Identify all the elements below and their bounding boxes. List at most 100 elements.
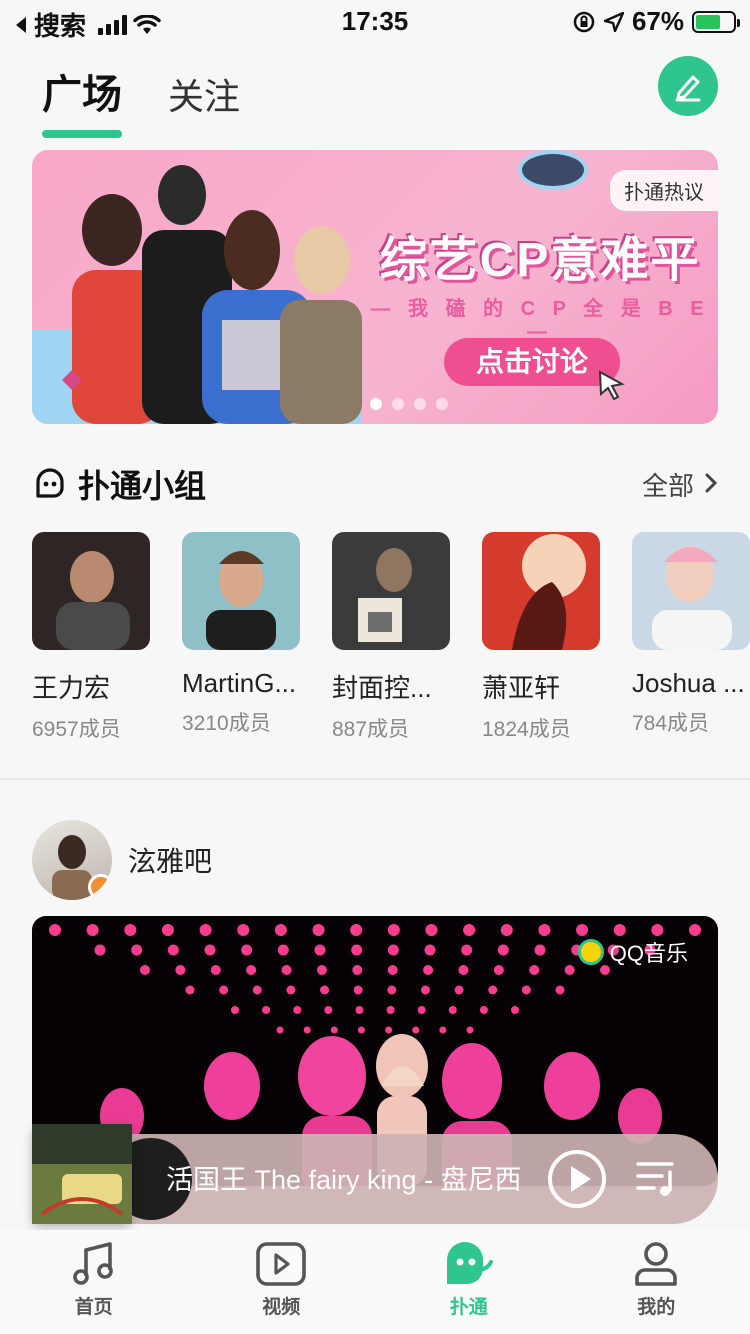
see-all-link[interactable]: 全部 (642, 466, 694, 503)
section-title: 扑通小组 (78, 468, 207, 504)
light-bulb (350, 924, 363, 936)
promo-banner[interactable]: 扑通热议 综艺CP意难平 — 我 磕 的 C P 全 是 B E — 点击讨论 (32, 150, 718, 424)
pen-icon (675, 75, 701, 102)
vinyl-decoration (518, 150, 588, 190)
chevron-right-icon[interactable] (704, 470, 718, 496)
group-member-count: 1824成员 (482, 718, 571, 741)
compose-button[interactable] (658, 56, 718, 116)
banner-celebrities-illustration (62, 165, 362, 424)
banner-subtitle: — 我 磕 的 C P 全 是 B E — (370, 298, 710, 343)
light-bulb (219, 985, 229, 995)
group-item[interactable]: 封面控... 887成员 (332, 532, 450, 742)
light-bulb (387, 924, 400, 936)
status-bar: 搜索 17:35 67% (0, 0, 750, 41)
light-bulb (175, 965, 186, 975)
page-dot (436, 398, 448, 410)
light-bulb (353, 985, 363, 995)
group-member-count: 887成员 (332, 718, 410, 741)
light-bulb (461, 944, 473, 956)
battery-icon (692, 10, 740, 33)
light-bulb (199, 924, 212, 936)
top-tabs: 广场 关注 (42, 62, 240, 138)
light-bulb (231, 1006, 239, 1014)
tab-putong[interactable]: 扑通 (375, 1230, 563, 1334)
light-bulb (479, 1006, 488, 1014)
light-bulb (210, 965, 221, 975)
light-bulb (417, 1006, 426, 1014)
tab-following[interactable]: 关注 (168, 68, 240, 138)
light-bulb (529, 965, 540, 975)
light-bulb (277, 944, 289, 956)
qq-music-logo-icon (577, 939, 604, 965)
light-bulb (463, 924, 476, 936)
light-bulb (454, 985, 464, 995)
light-bulb (281, 965, 292, 975)
verified-badge-icon (88, 874, 112, 900)
light-bulb (252, 985, 262, 995)
light-bulb (274, 924, 287, 936)
profile-icon (635, 1242, 678, 1286)
light-bulb (293, 1006, 302, 1014)
light-bulb (140, 965, 150, 975)
play-button[interactable] (548, 1150, 606, 1208)
tab-me[interactable]: 我的 (563, 1230, 750, 1334)
light-bulb (488, 985, 498, 995)
light-bulb (387, 944, 399, 956)
light-bulb (204, 944, 216, 956)
light-bulb (286, 985, 296, 995)
light-bulb (237, 924, 250, 936)
light-bulb (425, 924, 438, 936)
light-bulb (262, 1006, 271, 1014)
avatar[interactable] (32, 820, 112, 900)
light-bulb (161, 924, 174, 936)
tab-label: 扑通 (449, 1297, 488, 1318)
light-bulb (386, 1006, 395, 1014)
light-bulb (351, 944, 363, 956)
tab-square[interactable]: 广场 (42, 62, 122, 138)
light-bulb (448, 1006, 457, 1014)
light-bulb (564, 965, 575, 975)
group-cover (182, 532, 300, 650)
location-arrow-icon (603, 11, 624, 32)
page-dot (370, 398, 382, 410)
tab-home[interactable]: 首页 (0, 1230, 188, 1334)
group-item[interactable]: 王力宏 6957成员 (32, 532, 150, 742)
group-name: 封面控... (332, 673, 432, 703)
groups-section-header: 扑通小组 全部 (32, 462, 718, 506)
banner-headline: 综艺CP意难平 (379, 234, 701, 287)
orientation-lock-icon (573, 11, 595, 32)
album-cover[interactable] (32, 1124, 132, 1224)
group-item[interactable]: 萧亚轩 1824成员 (482, 532, 600, 742)
light-bulb (555, 985, 565, 995)
tab-label: 我的 (637, 1297, 676, 1318)
banner-pagination (370, 398, 448, 410)
light-bulb (49, 924, 61, 936)
section-divider (0, 778, 750, 780)
page-dot (414, 398, 426, 410)
cursor-icon (598, 370, 625, 400)
now-playing-title: 活国王 The fairy king - 盘尼西 (166, 1165, 522, 1195)
group-member-count: 784成员 (632, 712, 710, 735)
post-author[interactable]: 泫雅吧 (32, 820, 212, 900)
bottom-tab-bar: 首页 视频 扑通 我的 (0, 1230, 750, 1334)
light-bulb (689, 924, 701, 936)
light-bulb (576, 924, 589, 936)
qq-music-watermark: QQ音乐 (577, 936, 688, 968)
light-bulb (312, 924, 325, 936)
group-item[interactable]: Joshua ... 784成员 (632, 532, 750, 742)
group-cover (32, 532, 150, 650)
light-bulb (511, 1006, 519, 1014)
playlist-icon[interactable] (636, 1160, 680, 1200)
mini-player[interactable]: 活国王 The fairy king - 盘尼西 (32, 1124, 718, 1224)
group-name: MartinG... (182, 668, 297, 698)
light-bulb (534, 944, 546, 956)
app-screen: 搜索 17:35 67% 广场 关注 扑通热议 综艺CP意难平 — 我 磕 的 … (0, 0, 750, 1334)
light-bulb (651, 924, 664, 936)
banner-cta-button[interactable]: 点击讨论 (444, 338, 620, 386)
light-bulb (241, 944, 253, 956)
light-bulb (493, 965, 504, 975)
light-bulb (521, 985, 531, 995)
tab-video[interactable]: 视频 (188, 1230, 376, 1334)
tab-label: 视频 (262, 1297, 301, 1318)
group-item[interactable]: MartinG... 3210成员 (182, 532, 300, 742)
